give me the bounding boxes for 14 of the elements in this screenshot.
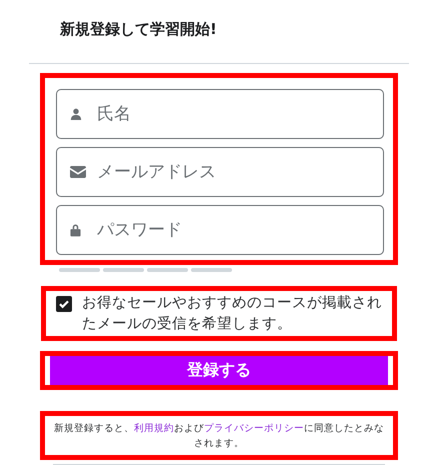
- checkmark-icon: [58, 298, 70, 310]
- lock-icon: [70, 223, 81, 236]
- input-field[interactable]: パスワード: [56, 204, 384, 255]
- person-icon: [70, 107, 82, 120]
- envelope-icon: [70, 166, 86, 178]
- input-field[interactable]: 氏名: [56, 88, 384, 139]
- checkbox-label: お得なセールやおすすめのコースが掲載されたメールの受信を希望します。: [82, 294, 383, 334]
- terms-notice: 新規登録すると、利用規約およびプライバシーポリシー に同意したとみなされます。: [53, 422, 385, 451]
- terms-link[interactable]: プライバシーポリシー: [204, 422, 304, 434]
- input-field[interactable]: メールアドレス: [56, 146, 384, 197]
- checkbox[interactable]: [56, 296, 72, 312]
- register-button[interactable]: 登録する: [50, 356, 388, 386]
- terms-link[interactable]: 利用規約: [134, 422, 174, 434]
- form-heading: 新規登録して学習開始!: [60, 19, 217, 39]
